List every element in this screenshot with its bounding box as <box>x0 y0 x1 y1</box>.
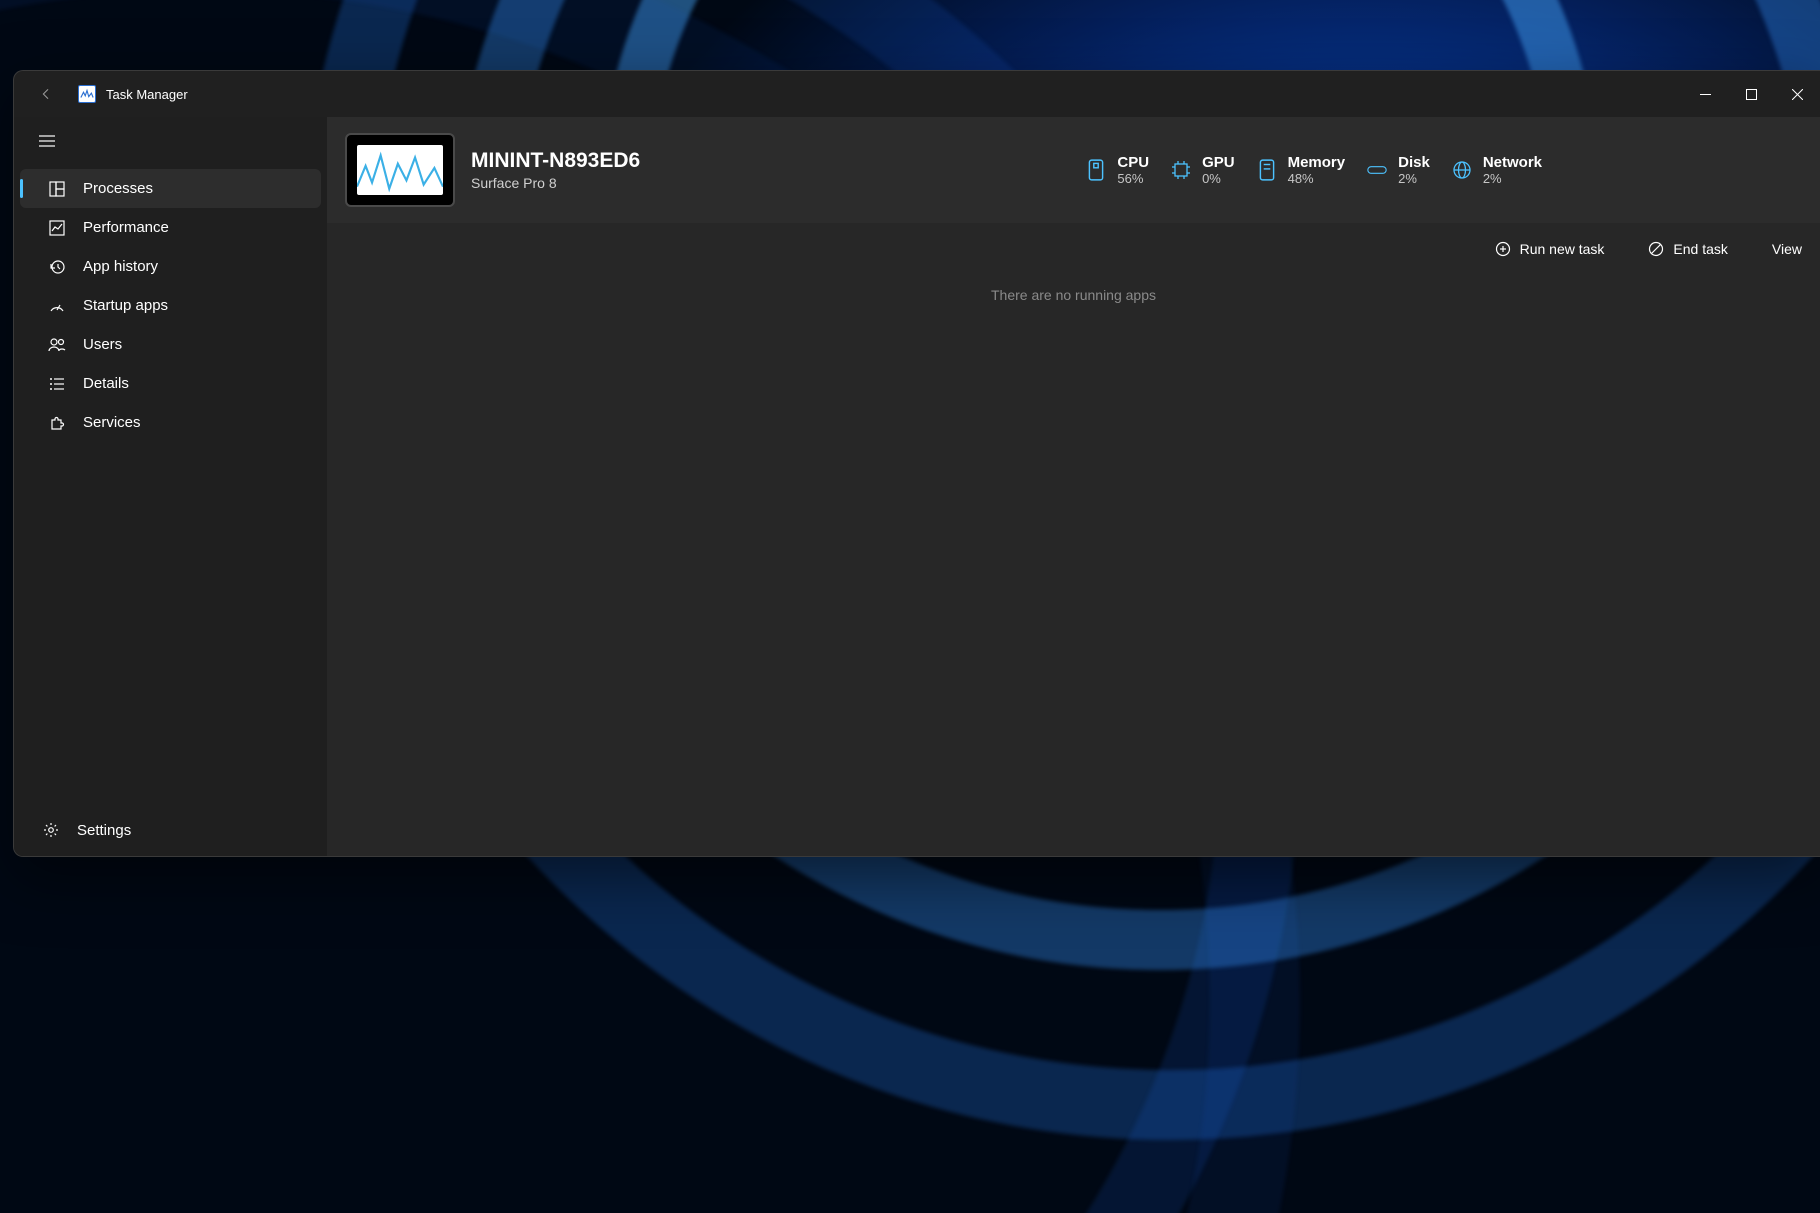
toolbar: Run new task End task View <box>327 225 1820 273</box>
sidebar-item-label: Startup apps <box>83 297 168 314</box>
sidebar-item-label: Processes <box>83 180 153 197</box>
empty-state-message: There are no running apps <box>991 287 1156 856</box>
window-title: Task Manager <box>106 87 188 102</box>
stat-label: Memory <box>1288 154 1346 171</box>
plus-circle-icon <box>1495 241 1511 257</box>
cpu-icon <box>1086 160 1106 180</box>
device-model: Surface Pro 8 <box>471 175 640 191</box>
history-icon <box>48 258 66 276</box>
sidebar-item-app-history[interactable]: App history <box>20 247 321 286</box>
sidebar-item-performance[interactable]: Performance <box>20 208 321 247</box>
stat-disk[interactable]: Disk2% <box>1367 154 1430 186</box>
stat-label: Network <box>1483 154 1542 171</box>
globe-icon <box>1452 160 1472 180</box>
stat-cpu[interactable]: CPU56% <box>1086 154 1149 186</box>
stat-value: 2% <box>1483 171 1542 186</box>
users-icon <box>48 336 66 354</box>
sidebar-item-label: App history <box>83 258 158 275</box>
gear-icon <box>42 821 60 839</box>
hamburger-button[interactable] <box>27 123 67 159</box>
titlebar: Task Manager <box>14 71 1820 117</box>
stat-value: 48% <box>1288 171 1346 186</box>
gpu-icon <box>1171 160 1191 180</box>
task-manager-window: Task Manager Processes Performanc <box>13 70 1820 857</box>
hamburger-icon <box>39 135 55 147</box>
sidebar: Processes Performance App history Startu… <box>14 117 327 856</box>
stat-network[interactable]: Network2% <box>1452 154 1542 186</box>
sidebar-item-users[interactable]: Users <box>20 325 321 364</box>
list-icon <box>48 375 66 393</box>
sidebar-item-startup-apps[interactable]: Startup apps <box>20 286 321 325</box>
sidebar-item-label: Performance <box>83 219 169 236</box>
app-icon <box>78 85 96 103</box>
memory-icon <box>1257 160 1277 180</box>
button-label: End task <box>1673 241 1727 257</box>
chart-icon <box>48 219 66 237</box>
maximize-button[interactable] <box>1728 71 1774 117</box>
run-new-task-button[interactable]: Run new task <box>1485 235 1615 263</box>
sidebar-item-label: Users <box>83 336 122 353</box>
stat-label: CPU <box>1117 154 1149 171</box>
main-panel: MININT-N893ED6 Surface Pro 8 CPU56% GPU0… <box>327 117 1820 856</box>
minimize-button[interactable] <box>1682 71 1728 117</box>
disk-icon <box>1367 160 1387 180</box>
speed-icon <box>48 297 66 315</box>
system-info: MININT-N893ED6 Surface Pro 8 <box>471 149 640 191</box>
maximize-icon <box>1746 89 1757 100</box>
sidebar-item-details[interactable]: Details <box>20 364 321 403</box>
minimize-icon <box>1700 89 1711 100</box>
button-label: Run new task <box>1520 241 1605 257</box>
arrow-left-icon <box>39 87 53 101</box>
stat-value: 0% <box>1202 171 1235 186</box>
sidebar-item-label: Services <box>83 414 141 431</box>
sidebar-item-services[interactable]: Services <box>20 403 321 442</box>
button-label: View <box>1772 241 1802 257</box>
stat-memory[interactable]: Memory48% <box>1257 154 1346 186</box>
stat-label: GPU <box>1202 154 1235 171</box>
stat-value: 2% <box>1398 171 1430 186</box>
view-button[interactable]: View <box>1762 235 1812 263</box>
puzzle-icon <box>48 414 66 432</box>
grid-icon <box>48 180 66 198</box>
stat-label: Disk <box>1398 154 1430 171</box>
hostname: MININT-N893ED6 <box>471 149 640 173</box>
sidebar-item-label: Details <box>83 375 129 392</box>
process-list: There are no running apps <box>327 273 1820 856</box>
sidebar-item-processes[interactable]: Processes <box>20 169 321 208</box>
stat-gpu[interactable]: GPU0% <box>1171 154 1235 186</box>
block-icon <box>1648 241 1664 257</box>
sidebar-item-label: Settings <box>77 822 131 839</box>
performance-thumbnail <box>345 133 455 207</box>
end-task-button[interactable]: End task <box>1638 235 1737 263</box>
close-button[interactable] <box>1774 71 1820 117</box>
system-header: MININT-N893ED6 Surface Pro 8 CPU56% GPU0… <box>327 117 1820 223</box>
stat-value: 56% <box>1117 171 1149 186</box>
back-button[interactable] <box>32 80 60 108</box>
close-icon <box>1792 89 1803 100</box>
sidebar-item-settings[interactable]: Settings <box>14 810 327 850</box>
